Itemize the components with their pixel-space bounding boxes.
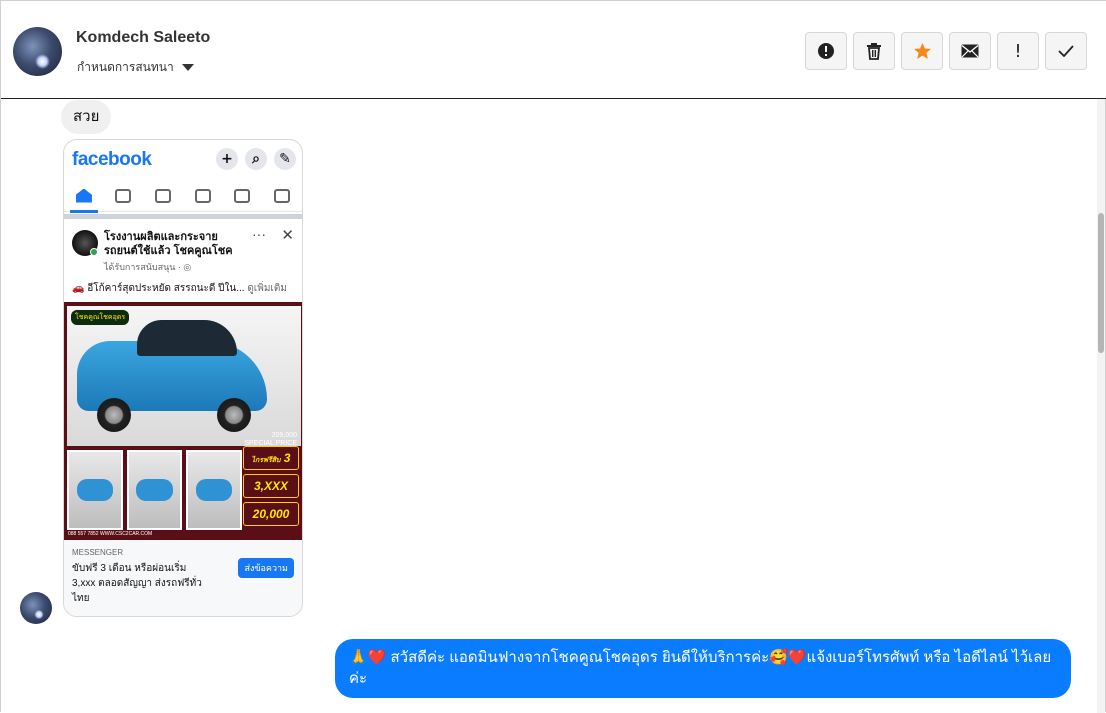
image-attachment[interactable]: facebook + ⌕ ✎ โรงงานผลิตและกระจายรถยนต์… [63, 139, 303, 617]
header-actions: ! [805, 32, 1087, 70]
mark-unread-button[interactable] [949, 32, 991, 70]
divider [64, 214, 302, 219]
sponsored-label: ได้รับการสนับสนุน · ◎ [104, 262, 192, 272]
conversation-status-dropdown[interactable]: กำหนดการสนทนา [77, 58, 194, 77]
message-thread: สวย facebook + ⌕ ✎ โรงงานผลิตและกระจายรถ… [1, 99, 1101, 713]
online-dot-icon [90, 248, 98, 256]
page-name: โรงงานผลิตและกระจายรถยนต์ใช้แล้ว โชคคูณโ… [104, 231, 233, 257]
thumbnail [126, 450, 183, 530]
friends-icon [115, 188, 132, 203]
contact-name[interactable]: Komdech Saleeto [76, 29, 210, 47]
done-button[interactable] [1045, 32, 1087, 70]
home-icon [75, 188, 92, 203]
post-text: 🚗 อีโก้คาร์สุดประหยัด สรรถนะดี ปีใน... ด… [72, 283, 287, 294]
bell-icon [234, 188, 251, 203]
video-icon [155, 188, 172, 203]
exclamation-icon: ! [1014, 40, 1022, 62]
marketplace-icon [194, 188, 211, 203]
scrollbar-thumb[interactable] [1098, 213, 1104, 353]
close-icon: ✕ [281, 226, 294, 244]
search-icon: ⌕ [245, 148, 267, 170]
spam-report-button[interactable] [805, 32, 847, 70]
car-window [137, 320, 237, 356]
car-thumbnails [67, 450, 243, 530]
active-tab-indicator [70, 210, 98, 213]
menu-icon [274, 188, 291, 203]
promo-badge: 3,XXX [243, 474, 299, 498]
delete-button[interactable] [853, 32, 895, 70]
scrollbar-track[interactable] [1097, 99, 1105, 713]
promo-badge: ไกรฟรีสิบ 3 [243, 446, 299, 470]
conversation-status-label: กำหนดการสนทนา [77, 60, 174, 74]
send-message-button: ส่งข้อความ [238, 558, 294, 578]
facebook-nav [64, 180, 302, 212]
more-icon: ··· [252, 226, 266, 242]
conversation-panel: Komdech Saleeto กำหนดการสนทนา ! สวย face… [0, 0, 1106, 713]
facebook-app-bar: facebook + ⌕ ✎ [64, 140, 302, 180]
car-photo: โชคคูณโชคอุดร 209,000 SPECIAL PRICE [67, 306, 301, 447]
alert-circle-icon [818, 43, 834, 59]
incoming-message[interactable]: สวย [61, 100, 112, 134]
sender-avatar[interactable] [20, 592, 52, 624]
car-wheel [217, 398, 251, 432]
star-icon [913, 42, 931, 59]
caret-down-icon [181, 64, 194, 71]
checkmark-icon [1058, 45, 1074, 57]
thumbnail [67, 450, 123, 530]
ad-image: โชคคูณโชคอุดร 209,000 SPECIAL PRICE ไกรฟ… [64, 302, 302, 540]
envelope-icon [961, 44, 979, 58]
promo-badge: 20,000 [243, 502, 299, 526]
messenger-label: MESSENGER [72, 548, 124, 557]
messenger-icon: ✎ [274, 148, 296, 170]
facebook-logo: facebook [72, 149, 152, 170]
ad-footer: 088 557 7852 WWW.CSC2CAR.COM [68, 531, 153, 537]
conversation-header: Komdech Saleeto กำหนดการสนทนา ! [1, 1, 1106, 99]
car-wheel [97, 398, 131, 432]
star-button[interactable] [901, 32, 943, 70]
thumbnail [186, 450, 243, 530]
post-header: โรงงานผลิตและกระจายรถยนต์ใช้แล้ว โชคคูณโ… [64, 222, 302, 282]
globe-icon: ◎ [183, 262, 192, 272]
ad-brand-label: โชคคูณโชคอุดร [71, 310, 130, 325]
outgoing-message[interactable]: 🙏❤️ สวัสดีค่ะ แอดมินฟางจากโชคคูณโชคอุดร … [335, 639, 1071, 698]
contact-avatar[interactable] [13, 27, 62, 76]
trash-icon [867, 43, 881, 60]
plus-icon: + [216, 148, 238, 170]
messenger-cta: MESSENGER ขับฟรี 3 เดือน หรือผ่อนเริ่ม 3… [64, 540, 302, 616]
important-button[interactable]: ! [997, 32, 1039, 70]
messenger-text: ขับฟรี 3 เดือน หรือผ่อนเริ่ม 3,xxx ตลอดส… [72, 563, 202, 604]
